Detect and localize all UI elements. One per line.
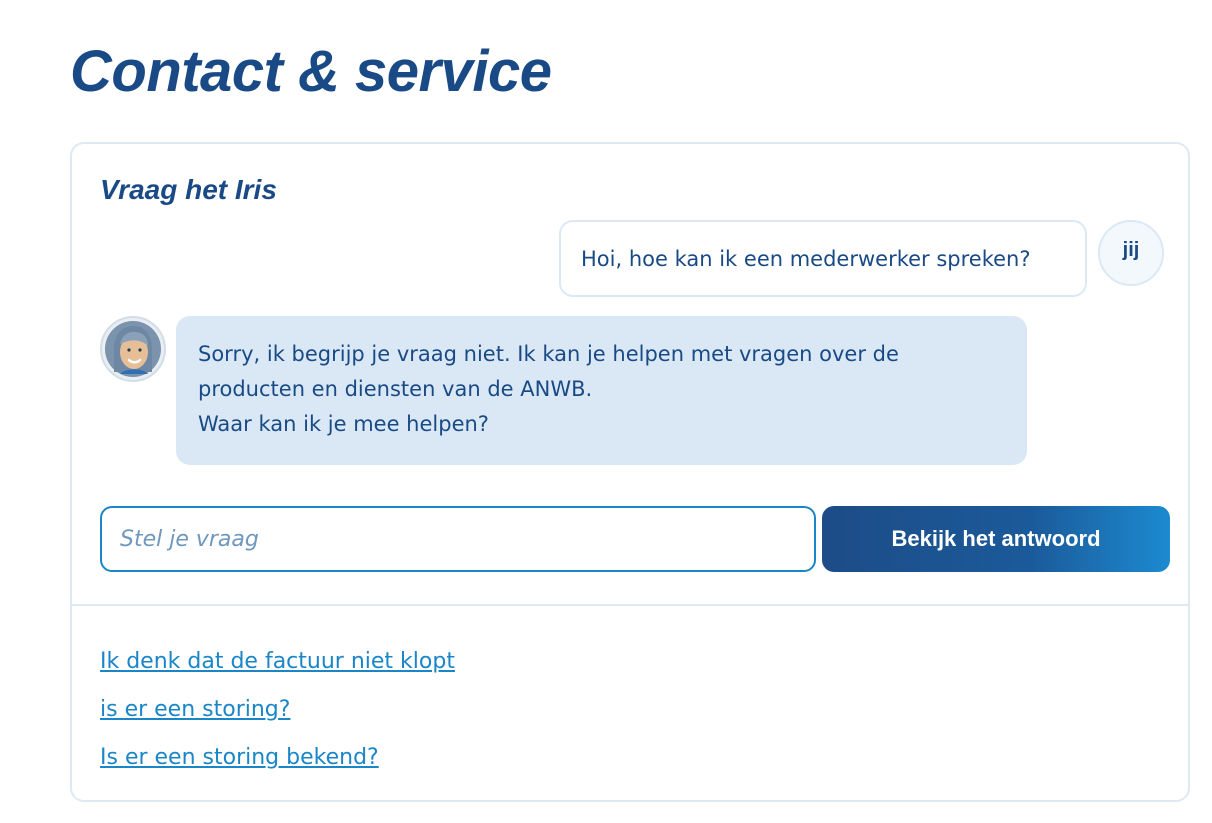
assistant-message-line: Sorry, ik begrijp je vraag niet. Ik kan … <box>198 342 899 401</box>
suggestion-link[interactable]: is er een storing? <box>100 697 290 722</box>
divider <box>72 604 1188 606</box>
user-message-text: Hoi, hoe kan ik een mederwerker spreken? <box>581 246 1031 271</box>
page-title: Contact & service <box>70 39 552 104</box>
question-input[interactable] <box>100 506 816 572</box>
suggestion-list: Ik denk dat de factuur niet klopt is er … <box>100 649 455 793</box>
assistant-message-bubble: Sorry, ik begrijp je vraag niet. Ik kan … <box>176 316 1027 465</box>
user-avatar: jij <box>1098 220 1164 286</box>
view-answer-button[interactable]: Bekijk het antwoord <box>822 506 1170 572</box>
chat-title: Vraag het Iris <box>100 174 277 205</box>
list-item: Ik denk dat de factuur niet klopt <box>100 649 455 697</box>
chat-card: Vraag het Iris Hoi, hoe kan ik een meder… <box>70 142 1190 802</box>
suggestion-link[interactable]: Ik denk dat de factuur niet klopt <box>100 649 455 674</box>
list-item: is er een storing? <box>100 697 455 745</box>
assistant-message-line: Waar kan ik je mee helpen? <box>198 412 489 436</box>
user-message-bubble: Hoi, hoe kan ik een mederwerker spreken? <box>559 220 1087 297</box>
list-item: Is er een storing bekend? <box>100 745 455 793</box>
suggestion-link[interactable]: Is er een storing bekend? <box>100 745 379 770</box>
assistant-avatar-icon <box>100 316 166 382</box>
